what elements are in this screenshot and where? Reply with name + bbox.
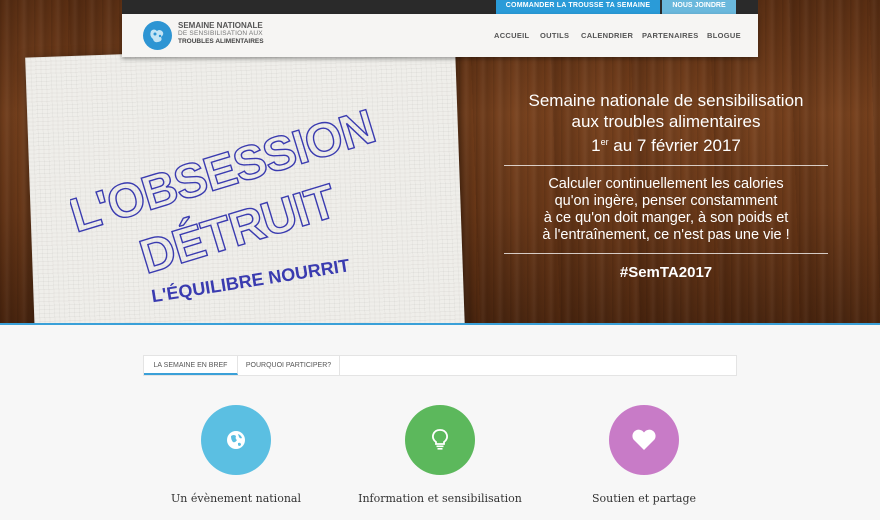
contact-button[interactable]: NOUS JOINDRE — [662, 0, 736, 14]
lightbulb-icon — [432, 429, 448, 450]
hero-title: Semaine nationale de sensibilisation aux… — [500, 90, 832, 156]
logo-icon[interactable] — [143, 21, 172, 50]
feature-circle-national — [201, 405, 271, 475]
feature-circle-information — [405, 405, 475, 475]
feature-label: Information et sensibilisation — [358, 492, 522, 505]
main-navbar: SEMAINE NATIONALE DE SENSIBILISATION AUX… — [122, 14, 758, 57]
nav-blogue[interactable]: BLOGUE — [707, 31, 741, 40]
logo-text[interactable]: SEMAINE NATIONALE DE SENSIBILISATION AUX… — [178, 22, 288, 46]
feature-label: Soutien et partage — [591, 492, 697, 505]
tab-pourquoi-participer[interactable]: POURQUOI PARTICIPER? — [238, 356, 340, 375]
feature-circle-support — [609, 405, 679, 475]
hero-dates: 1er au 7 février 2017 — [591, 136, 741, 155]
content-tabs: LA SEMAINE EN BREF POURQUOI PARTICIPER? — [143, 355, 737, 376]
hero-hashtag: #SemTA2017 — [619, 264, 713, 281]
feature-information: Information et sensibilisation — [340, 405, 540, 505]
globe-icon — [227, 431, 245, 449]
hero-divider-2 — [504, 253, 828, 254]
tab-la-semaine-en-bref[interactable]: LA SEMAINE EN BREF — [144, 356, 238, 375]
feature-national-event: Un évènement national — [136, 405, 336, 505]
hero-accent-line — [0, 323, 880, 325]
nav-partenaires[interactable]: PARTENAIRES — [642, 31, 699, 40]
napkin-slogan: L'OBSESSION DÉTRUIT L'ÉQUILIBRE NOURRIT — [70, 100, 381, 307]
nav-outils[interactable]: OUTILS — [540, 31, 569, 40]
heart-icon — [632, 429, 656, 450]
hero-description: Calculer continuellement les calories qu… — [542, 176, 790, 243]
order-kit-button[interactable]: COMMANDER LA TROUSSE TA SEMAINE — [496, 0, 660, 14]
nav-calendrier[interactable]: CALENDRIER — [581, 31, 633, 40]
nav-accueil[interactable]: ACCUEIL — [494, 31, 529, 40]
feature-support: Soutien et partage — [544, 405, 744, 505]
hero-text: Semaine nationale de sensibilisation aux… — [500, 90, 832, 281]
feature-label: Un évènement national — [171, 492, 301, 505]
hero-divider — [504, 165, 828, 166]
